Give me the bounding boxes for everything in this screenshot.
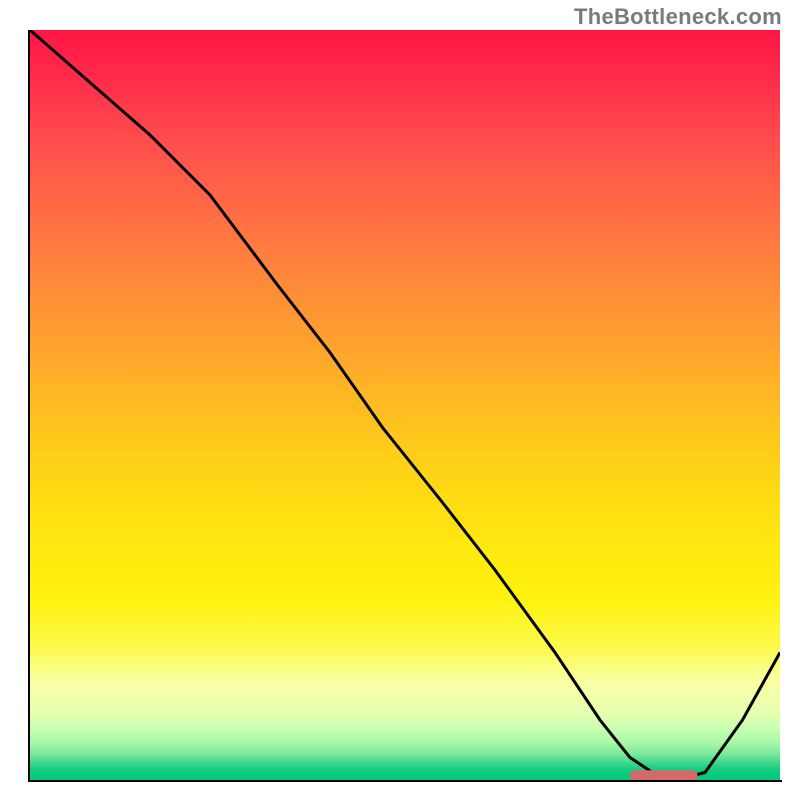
gradient-background [30, 30, 780, 780]
y-axis [28, 30, 30, 782]
chart-container: TheBottleneck.com [0, 0, 800, 800]
watermark-text: TheBottleneck.com [574, 4, 782, 30]
x-axis [28, 780, 782, 782]
plot-area [30, 30, 780, 780]
